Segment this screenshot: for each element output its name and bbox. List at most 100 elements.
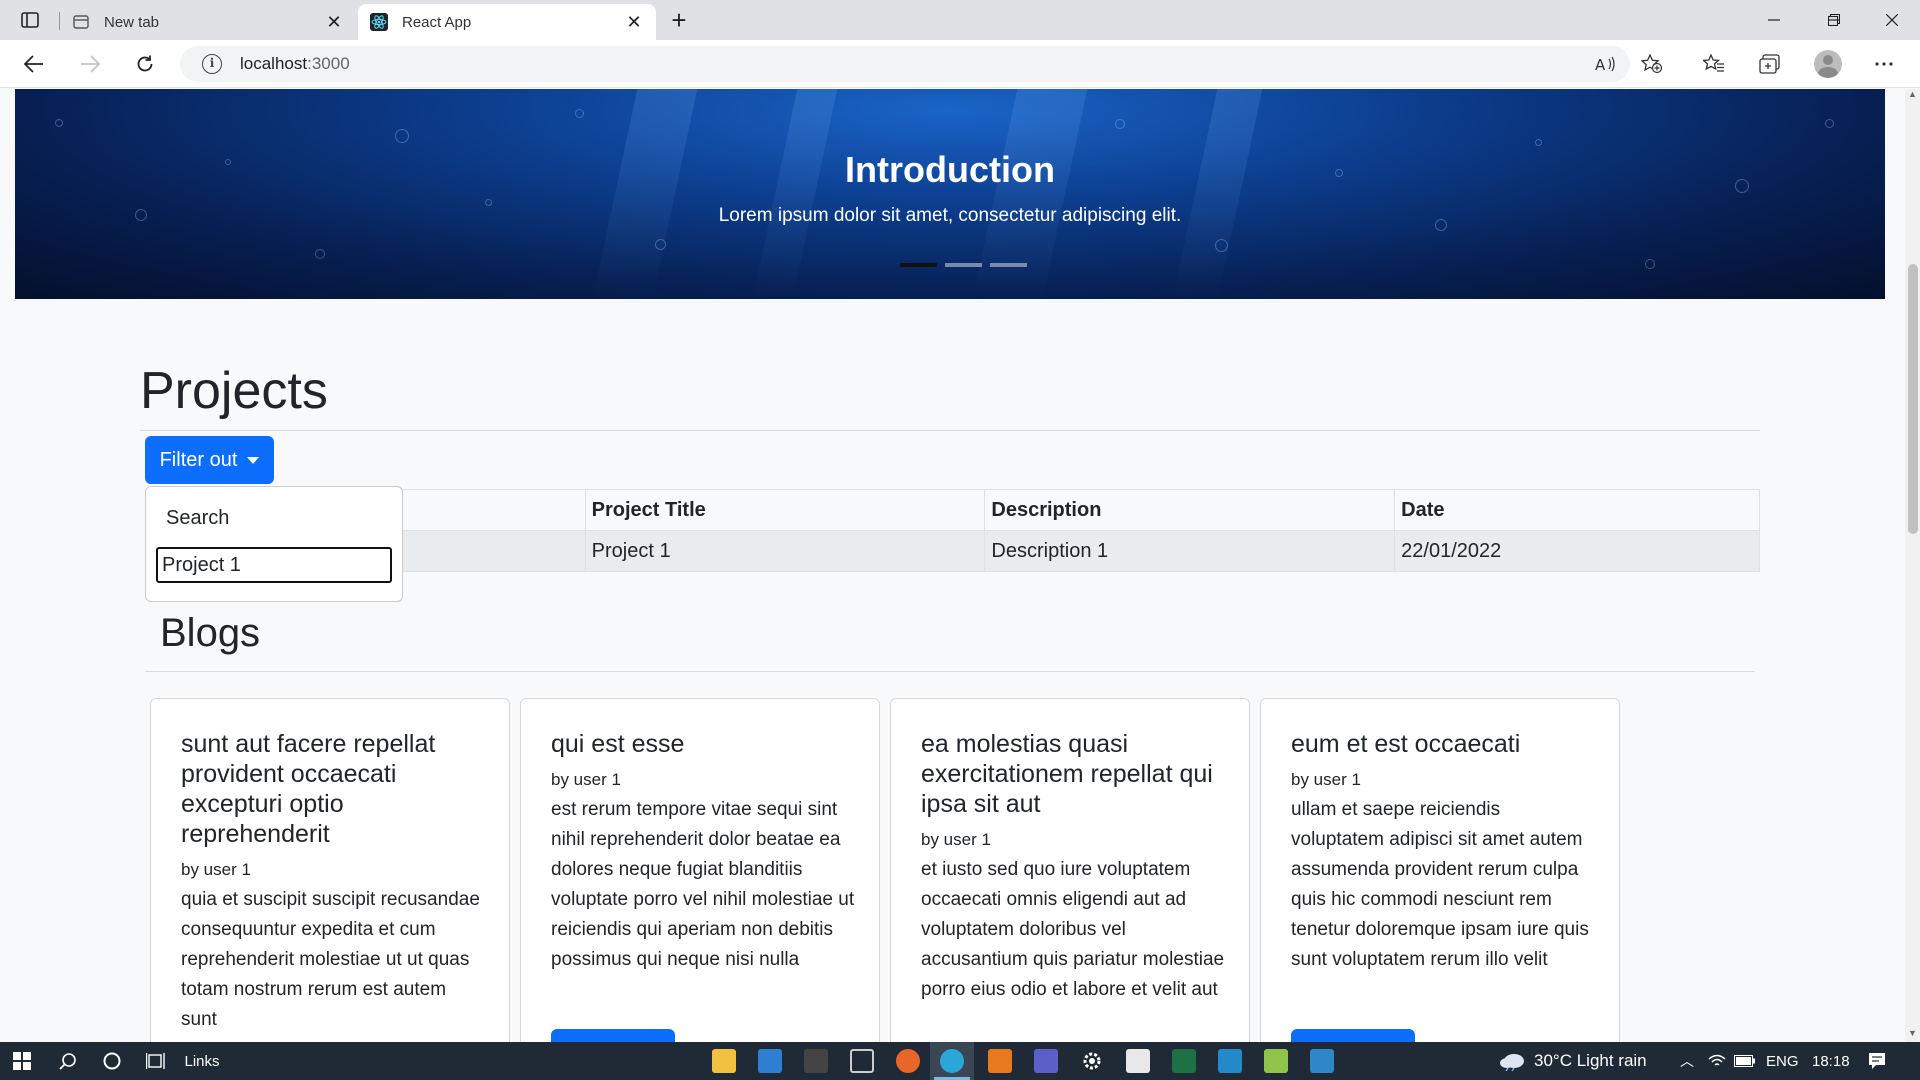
more-options-icon[interactable]	[1868, 50, 1900, 78]
bubble	[395, 129, 409, 143]
3d-viewer-icon[interactable]	[850, 1049, 874, 1073]
bubble	[1535, 139, 1542, 146]
blog-card-text: ullam et saepe reiciendis voluptatem adi…	[1291, 799, 1589, 970]
blog-card-text: et iusto sed quo iure voluptatem occaeca…	[921, 859, 1225, 1000]
edge-icon[interactable]	[940, 1049, 964, 1073]
profile-avatar-icon[interactable]	[1814, 50, 1842, 78]
bubble	[1215, 239, 1228, 252]
scrollbar-thumb[interactable]	[1908, 264, 1918, 534]
carousel-indicators	[900, 263, 1027, 267]
blog-card: sunt aut facere repellat provident occae…	[150, 698, 510, 1042]
minimize-window-icon[interactable]	[1746, 0, 1802, 40]
file-explorer-icon[interactable]	[712, 1049, 736, 1073]
collections-icon[interactable]	[1754, 50, 1786, 78]
excel-icon[interactable]	[1172, 1049, 1196, 1073]
carousel-indicator-2[interactable]	[945, 263, 982, 267]
vscode-icon[interactable]	[1218, 1049, 1242, 1073]
mail-icon[interactable]	[758, 1049, 782, 1073]
table-cell-description: Description 1	[984, 530, 1396, 572]
scroll-down-arrow-icon[interactable]: ▼	[1905, 1028, 1920, 1042]
filter-dropdown-menu: Search Project 1	[145, 486, 403, 602]
url-bar[interactable]: i localhost:3000	[180, 46, 1630, 82]
blog-card-author: by user 1	[181, 860, 251, 879]
table-header-date: Date	[1394, 489, 1760, 531]
blog-card-text: quia et suscipit suscipit recusandae con…	[181, 889, 480, 1030]
language-indicator[interactable]: ENG	[1766, 1042, 1799, 1080]
projects-divider	[140, 430, 1760, 431]
blog-card-author: by user 1	[921, 830, 991, 849]
tab-actions-icon[interactable]	[14, 8, 46, 32]
veeam-icon[interactable]	[988, 1049, 1012, 1073]
blogs-divider	[145, 671, 1755, 672]
address-bar-row: i localhost:3000 A	[0, 40, 1920, 88]
task-view-icon[interactable]	[136, 1042, 176, 1080]
add-favorite-icon[interactable]	[1636, 50, 1668, 78]
bubble	[1115, 119, 1125, 129]
table-header-title: Project Title	[584, 489, 986, 531]
blog-card-button[interactable]	[1291, 1029, 1415, 1042]
links-toolbar[interactable]: Links	[180, 1042, 224, 1080]
light-ray	[972, 89, 1088, 299]
photos-icon[interactable]	[1310, 1049, 1334, 1073]
bubble	[575, 109, 584, 118]
restore-window-icon[interactable]	[1806, 0, 1862, 40]
search-label: Search	[166, 507, 230, 529]
projects-heading: Projects	[140, 362, 328, 420]
notepad-icon[interactable]	[1126, 1049, 1150, 1073]
new-tab-page-icon	[72, 13, 90, 31]
hero-carousel[interactable]: Introduction Lorem ipsum dolor sit amet,…	[15, 89, 1885, 299]
caret-down-icon	[247, 456, 260, 464]
close-tab-icon[interactable]: ✕	[324, 12, 344, 32]
windows-start-icon[interactable]	[0, 1042, 44, 1080]
site-info-icon[interactable]: i	[202, 54, 222, 74]
bubble	[1825, 119, 1834, 128]
search-icon[interactable]	[48, 1042, 88, 1080]
tray-chevron-icon[interactable]: ︿	[1680, 1042, 1694, 1080]
clock[interactable]: 18:18	[1812, 1042, 1850, 1080]
url-text: localhost:3000	[240, 54, 350, 74]
bubble	[655, 239, 666, 250]
blog-card-text: est rerum tempore vitae sequi sint nihil…	[551, 799, 855, 970]
tab-title: React App	[402, 13, 472, 31]
blog-card: eum et est occaecati by user 1 ullam et …	[1260, 698, 1620, 1042]
teams-icon[interactable]	[1034, 1049, 1058, 1073]
tab-new-tab[interactable]: New tab ✕	[60, 4, 356, 40]
close-tab-icon[interactable]: ✕	[624, 12, 644, 32]
blog-card-author: by user 1	[551, 770, 621, 789]
table-cell-date: 22/01/2022	[1394, 530, 1760, 572]
page-viewport: Introduction Lorem ipsum dolor sit amet,…	[0, 89, 1905, 1042]
favorites-icon[interactable]	[1698, 50, 1730, 78]
notifications-icon[interactable]	[1868, 1042, 1886, 1080]
carousel-title: Introduction	[845, 149, 1055, 190]
weather-widget[interactable]: 30°C Light rain	[1498, 1042, 1647, 1080]
filter-out-button[interactable]: Filter out	[145, 436, 274, 484]
bubble	[55, 119, 63, 127]
search-input[interactable]: Project 1	[156, 547, 392, 583]
battery-icon[interactable]	[1734, 1042, 1756, 1080]
react-logo-icon	[370, 13, 388, 31]
tab-react-app[interactable]: React App ✕	[358, 4, 656, 40]
windows-taskbar: Links 30°C Light rain ︿ ENG 18:18	[0, 1042, 1920, 1080]
refresh-icon[interactable]	[127, 48, 163, 80]
wifi-icon[interactable]	[1708, 1042, 1726, 1080]
scroll-up-arrow-icon[interactable]: ▲	[1905, 89, 1920, 103]
blog-card-button[interactable]	[551, 1029, 675, 1042]
weather-text: 30°C Light rain	[1534, 1051, 1647, 1070]
light-ray	[592, 89, 698, 299]
carousel-indicator-3[interactable]	[990, 263, 1027, 267]
blog-card-title: sunt aut facere repellat provident occae…	[181, 730, 436, 848]
notepad-green-icon[interactable]	[1264, 1049, 1288, 1073]
read-aloud-icon[interactable]: A	[1590, 50, 1622, 78]
close-window-icon[interactable]	[1864, 0, 1920, 40]
light-ray	[1172, 89, 1263, 299]
table-header-description: Description	[984, 489, 1396, 531]
cortana-icon[interactable]	[92, 1042, 132, 1080]
forward-arrow-icon[interactable]	[72, 48, 108, 80]
settings-gear-icon[interactable]	[1080, 1049, 1104, 1073]
new-tab-button[interactable]: +	[662, 6, 696, 34]
page-scrollbar[interactable]: ▲ ▼	[1905, 89, 1920, 1042]
notepad-plus-icon[interactable]	[804, 1049, 828, 1073]
carousel-indicator-1[interactable]	[900, 263, 937, 267]
firefox-icon[interactable]	[896, 1049, 920, 1073]
back-arrow-icon[interactable]	[16, 48, 52, 80]
